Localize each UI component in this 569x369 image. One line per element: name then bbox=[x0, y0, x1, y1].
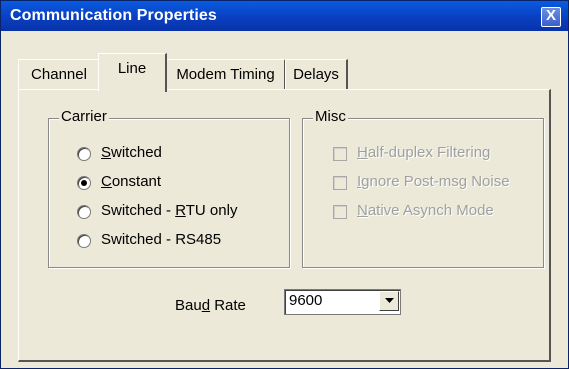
option-label: Native Asynch Mode bbox=[357, 202, 494, 219]
tab-label: Modem Timing bbox=[176, 66, 275, 83]
baud-rate-select[interactable]: 9600 bbox=[284, 289, 401, 315]
checkbox[interactable] bbox=[333, 205, 347, 219]
close-icon: X bbox=[545, 7, 556, 24]
option-label: Half-duplex Filtering bbox=[357, 144, 491, 161]
misc-group: Misc Half-duplex Filtering Ignore Post-m… bbox=[302, 108, 544, 268]
radio-button[interactable] bbox=[77, 147, 91, 161]
baud-rate-label: Baud Rate bbox=[175, 297, 246, 314]
option-label: Ignore Post-msg Noise bbox=[357, 173, 510, 190]
radio-dot bbox=[81, 180, 87, 186]
radio-button[interactable] bbox=[77, 234, 91, 248]
title-bar[interactable]: Communication Properties X bbox=[1, 1, 568, 31]
tab-label: Channel bbox=[31, 66, 87, 83]
checkbox[interactable] bbox=[333, 147, 347, 161]
close-button[interactable]: X bbox=[541, 7, 561, 27]
option-label: Switched - RS485 bbox=[101, 231, 222, 248]
checkbox[interactable] bbox=[333, 176, 347, 190]
radio-button[interactable] bbox=[77, 176, 91, 190]
carrier-group-label: Carrier bbox=[59, 108, 109, 125]
option-label: Constant bbox=[101, 173, 162, 190]
tab-label: Delays bbox=[293, 66, 339, 83]
tab-label: Line bbox=[117, 60, 147, 77]
carrier-group: Carrier Switched Constant Switched - RTU… bbox=[48, 108, 290, 268]
misc-group-label: Misc bbox=[313, 108, 348, 125]
tab-delays[interactable]: Delays bbox=[285, 59, 348, 90]
window-title: Communication Properties bbox=[10, 7, 217, 24]
chevron-down-icon bbox=[385, 298, 394, 303]
dropdown-button[interactable] bbox=[379, 291, 399, 311]
option-label: Switched bbox=[101, 144, 162, 161]
tab-channel[interactable]: Channel bbox=[18, 59, 101, 90]
radio-button[interactable] bbox=[77, 205, 91, 219]
tab-modem-timing[interactable]: Modem Timing bbox=[166, 59, 286, 90]
option-label: Switched - RTU only bbox=[101, 202, 238, 219]
tab-line[interactable]: Line bbox=[98, 53, 167, 92]
communication-properties-dialog: Communication Properties X Channel Line … bbox=[0, 0, 569, 369]
baud-rate-value: 9600 bbox=[289, 292, 323, 309]
